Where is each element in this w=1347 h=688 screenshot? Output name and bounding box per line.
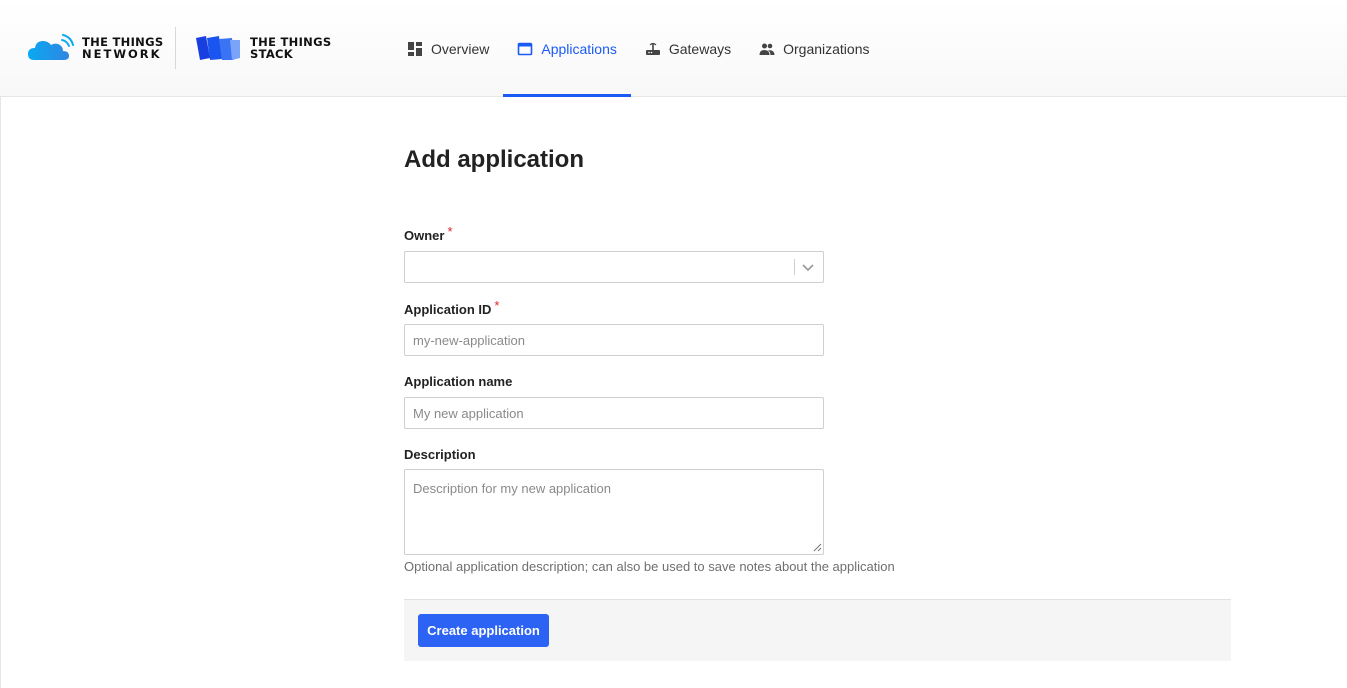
nav-item-label: Overview bbox=[431, 40, 490, 57]
description-textarea[interactable] bbox=[404, 469, 824, 555]
owner-label: Owner * bbox=[404, 224, 453, 243]
content-left-border bbox=[0, 97, 1, 688]
required-asterisk: * bbox=[494, 298, 500, 313]
application-id-label: Application ID * bbox=[404, 298, 499, 317]
dashboard-icon bbox=[408, 41, 422, 56]
description-hint: Optional application description; can al… bbox=[404, 559, 895, 574]
nav-item-applications[interactable]: Applications bbox=[503, 0, 631, 97]
application-window-icon bbox=[518, 42, 533, 55]
stack-wordmark-line2: STACK bbox=[250, 47, 293, 61]
nav-item-label: Applications bbox=[541, 40, 617, 57]
application-id-label-text: Application ID bbox=[404, 302, 492, 317]
select-separator bbox=[794, 259, 795, 275]
application-name-input[interactable] bbox=[404, 397, 824, 429]
stack-wordmark: THE THINGS STACK bbox=[250, 36, 331, 60]
page-title: Add application bbox=[404, 146, 584, 173]
resize-handle-icon[interactable] bbox=[813, 543, 822, 552]
network-wordmark: THE THINGS NETWORK bbox=[82, 36, 163, 60]
create-application-button[interactable]: Create application bbox=[418, 614, 549, 647]
stack-cards-logo-icon bbox=[196, 36, 240, 60]
owner-select[interactable] bbox=[404, 251, 824, 283]
chevron-down-icon[interactable] bbox=[800, 259, 816, 275]
description-label: Description bbox=[404, 447, 476, 462]
nav-item-label: Gateways bbox=[668, 40, 732, 57]
application-id-input[interactable] bbox=[404, 324, 824, 356]
the-things-network-logo[interactable]: THE THINGS NETWORK bbox=[28, 34, 163, 62]
required-asterisk: * bbox=[447, 224, 453, 239]
nav-item-organizations[interactable]: Organizations bbox=[745, 0, 883, 97]
network-wordmark-line2: NETWORK bbox=[82, 47, 162, 61]
nav-item-overview[interactable]: Overview bbox=[393, 0, 503, 97]
nav-item-gateways[interactable]: Gateways bbox=[631, 0, 745, 97]
main-nav: Overview Applications Gateways Organizat… bbox=[393, 0, 884, 97]
router-icon bbox=[645, 42, 660, 55]
application-name-label: Application name bbox=[404, 374, 513, 389]
top-header: THE THINGS NETWORK THE THINGS STACK Over… bbox=[0, 0, 1347, 97]
cloud-logo-icon bbox=[28, 34, 74, 60]
the-things-stack-logo[interactable]: THE THINGS STACK bbox=[194, 34, 331, 62]
people-icon bbox=[759, 43, 775, 55]
owner-label-text: Owner bbox=[404, 228, 445, 243]
logo-divider bbox=[175, 27, 176, 69]
nav-item-label: Organizations bbox=[783, 40, 870, 57]
